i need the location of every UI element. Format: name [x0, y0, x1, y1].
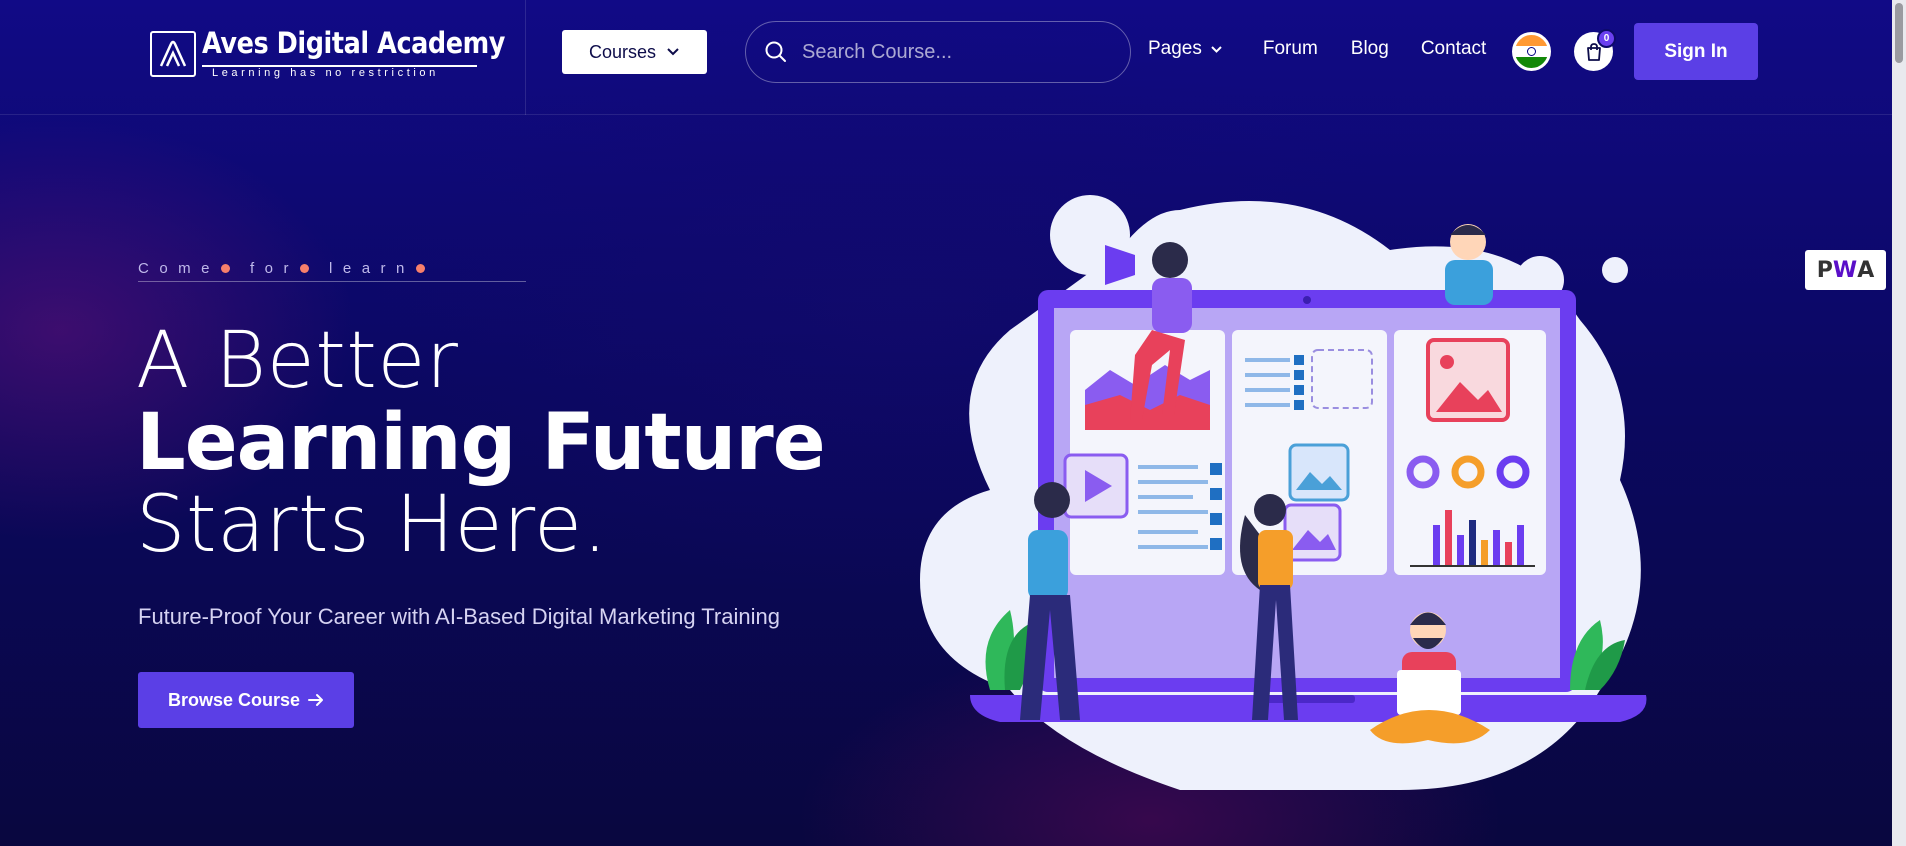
search-icon: [765, 41, 786, 62]
main-nav: Pages Forum Blog Contact: [1148, 38, 1486, 60]
hero-title-line-1: A Better: [136, 316, 459, 406]
nav-item-blog[interactable]: Blog: [1351, 38, 1389, 60]
nav-item-pages[interactable]: Pages: [1148, 38, 1223, 60]
pwa-letter: P: [1816, 257, 1833, 283]
chevron-down-icon: [667, 48, 679, 56]
browse-course-button[interactable]: Browse Course: [138, 672, 354, 728]
eyebrow-word: Come: [138, 259, 221, 277]
hero-title: A Better Learning Future Starts Here.: [136, 316, 826, 570]
eyebrow-dot: [415, 263, 425, 273]
sign-in-button[interactable]: Sign In: [1634, 23, 1758, 80]
eyebrow-dot: [221, 263, 231, 273]
flag-chakra: [1527, 47, 1536, 56]
india-flag-icon[interactable]: [1512, 32, 1551, 71]
logo-title: Aves Digital Academy: [202, 26, 505, 60]
nav-item-contact[interactable]: Contact: [1421, 38, 1486, 60]
site-header: Aves Digital Academy Learning has no res…: [0, 0, 1906, 115]
chevron-down-icon: [1211, 45, 1222, 53]
hero-title-line-2: Learning Future: [136, 398, 826, 488]
nav-item-label: Contact: [1420, 38, 1487, 59]
header-divider: [525, 0, 526, 115]
nav-item-label: Blog: [1350, 38, 1389, 59]
eyebrow-dot: [300, 263, 310, 273]
person-right-top-illustration: [1445, 224, 1493, 305]
hero-eyebrow: Come for learn: [138, 258, 526, 282]
pwa-badge[interactable]: PWA: [1805, 250, 1886, 290]
browse-course-label: Browse Course: [167, 689, 301, 710]
hero-illustration: [920, 195, 1647, 790]
search-input[interactable]: [802, 40, 1102, 64]
eyebrow-word: learn: [329, 259, 415, 277]
nav-item-forum[interactable]: Forum: [1263, 38, 1318, 60]
courses-label: Courses: [588, 41, 657, 62]
logo-mark-icon: [150, 31, 196, 77]
nav-item-label: Pages: [1148, 38, 1202, 59]
pwa-letter: W: [1832, 257, 1858, 283]
page-scrollbar[interactable]: [1892, 0, 1906, 846]
arrow-right-icon: [308, 694, 324, 706]
nav-item-label: Forum: [1262, 38, 1318, 59]
site-logo[interactable]: Aves Digital Academy Learning has no res…: [150, 26, 505, 80]
logo-tagline: Learning has no restriction: [212, 67, 439, 79]
cart-count-badge: 0: [1597, 29, 1616, 48]
hero-subtitle: Future-Proof Your Career with AI-Based D…: [138, 604, 780, 629]
courses-dropdown-button[interactable]: Courses: [562, 30, 707, 74]
pwa-letter: A: [1857, 257, 1875, 283]
hero-title-line-3: Starts Here.: [136, 480, 608, 570]
eyebrow-word: for: [250, 259, 300, 277]
search-bar[interactable]: [745, 21, 1131, 83]
scrollbar-thumb[interactable]: [1895, 3, 1903, 63]
